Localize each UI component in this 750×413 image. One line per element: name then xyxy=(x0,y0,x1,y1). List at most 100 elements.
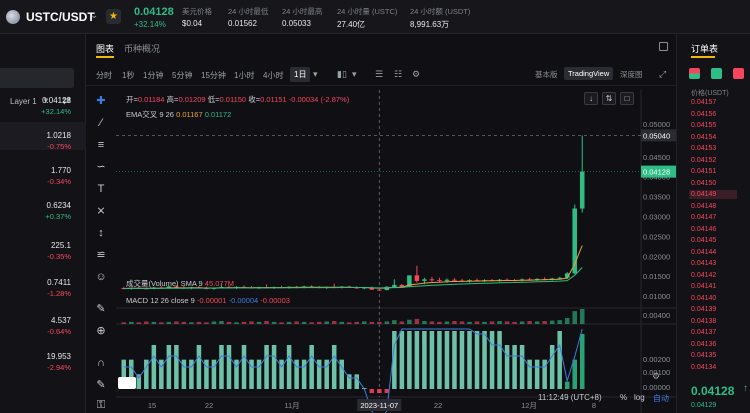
ask-price[interactable]: 0.04141 xyxy=(691,283,716,290)
ask-price[interactable]: 0.04157 xyxy=(691,99,716,106)
ask-price[interactable]: 0.04136 xyxy=(691,341,716,348)
timeframe-1m[interactable]: 1分钟 xyxy=(143,70,163,81)
horizontal-lines-icon[interactable]: ≡ xyxy=(94,138,108,152)
pencil-lock-icon[interactable]: ✎ xyxy=(94,378,108,392)
emoji-icon[interactable]: ☺ xyxy=(94,270,108,284)
ask-price[interactable]: 0.04134 xyxy=(691,364,716,371)
ask-price[interactable]: 0.04151 xyxy=(691,168,716,175)
price-header: 价格(USDT) xyxy=(691,90,729,97)
timeframe-15m[interactable]: 15分钟 xyxy=(201,70,226,81)
chevron-down-icon[interactable]: ▾ xyxy=(352,69,357,80)
magnet-icon[interactable]: ∩ xyxy=(94,356,108,370)
timeframe-5m[interactable]: 5分钟 xyxy=(172,70,192,81)
ask-price[interactable]: 0.04155 xyxy=(691,122,716,129)
candle-type-icon[interactable]: ▮▯ xyxy=(337,69,347,80)
timeframe-1d[interactable]: 1日 xyxy=(290,67,311,82)
market-row-price[interactable]: 0.7411 xyxy=(47,278,71,287)
fullscreen-icon[interactable]: ⤢ xyxy=(659,69,666,80)
ask-price[interactable]: 0.04152 xyxy=(691,157,716,164)
ask-price[interactable]: 0.04156 xyxy=(691,111,716,118)
gear-icon[interactable]: ⚙ xyxy=(412,69,420,80)
asks-only-icon[interactable] xyxy=(733,68,744,79)
indicators-icon[interactable]: ☰ xyxy=(375,69,383,80)
view-tradingview[interactable]: TradingView xyxy=(564,67,614,80)
timeframe-1h[interactable]: 1小时 xyxy=(234,70,254,81)
expand-icon[interactable]: ⇅ xyxy=(602,92,616,105)
both-sides-icon[interactable] xyxy=(689,68,700,79)
ask-price[interactable]: 0.04137 xyxy=(691,329,716,336)
market-row-price[interactable]: 0.6234 xyxy=(47,201,71,210)
ruler-lines-icon[interactable]: ≌ xyxy=(94,248,108,262)
trendline-icon[interactable]: ∕ xyxy=(94,116,108,130)
restore-icon[interactable]: □ xyxy=(620,92,634,105)
volume-bar xyxy=(362,321,367,324)
ruler-icon[interactable]: ✎ xyxy=(94,302,108,316)
selected-market-row[interactable] xyxy=(0,122,86,150)
timeframe-1s[interactable]: 1秒 xyxy=(122,70,134,81)
timeframe-fenshi[interactable]: 分时 xyxy=(96,70,112,81)
ask-price[interactable]: 0.04148 xyxy=(691,203,716,210)
volume-bar xyxy=(482,321,487,324)
market-row-price[interactable]: 19.953 xyxy=(47,352,71,361)
low-label: 低= xyxy=(207,95,220,104)
market-row-price[interactable]: 0.04128 xyxy=(42,96,71,105)
tradingview-logo xyxy=(118,377,136,389)
volume-bar xyxy=(129,321,134,324)
ask-price[interactable]: 0.04143 xyxy=(691,260,716,267)
log-scale-toggle[interactable]: log xyxy=(634,393,645,402)
percent-scale-toggle[interactable]: % xyxy=(620,393,627,402)
auto-scale-toggle[interactable]: 自动 xyxy=(653,393,669,404)
settings-gear-icon[interactable]: ⚙ xyxy=(652,371,660,382)
volume-bar xyxy=(211,321,217,324)
volume-bar xyxy=(549,320,555,324)
ask-price[interactable]: 0.04139 xyxy=(691,306,716,313)
tab-coin-overview[interactable]: 币种概况 xyxy=(124,42,160,55)
ask-price[interactable]: 0.04144 xyxy=(691,249,716,256)
bids-only-icon[interactable] xyxy=(711,68,722,79)
tab-chart[interactable]: 图表 xyxy=(96,42,114,55)
ask-price[interactable]: 0.04150 xyxy=(691,180,716,187)
brush-icon[interactable]: ∽ xyxy=(94,160,108,174)
order-book: 订单表 价格(USDT) 0.04157 0.04156 0.04155 0.0415… xyxy=(676,34,750,413)
market-row-price[interactable]: 225.1 xyxy=(51,241,71,250)
arrow-down-icon[interactable]: ↓ xyxy=(584,92,598,105)
ask-price[interactable]: 0.04154 xyxy=(691,134,716,141)
ask-price[interactable]: 0.04140 xyxy=(691,295,716,302)
ask-price[interactable]: 0.04145 xyxy=(691,237,716,244)
zoom-in-icon[interactable]: ⊕ xyxy=(94,324,108,338)
ask-price[interactable]: 0.04138 xyxy=(691,318,716,325)
pair-title[interactable]: USTC/USDT xyxy=(26,10,95,24)
market-search-input[interactable] xyxy=(0,68,74,88)
favorite-star-icon[interactable]: ★ xyxy=(106,9,121,24)
pattern-icon[interactable]: ⨯ xyxy=(94,204,108,218)
view-depth[interactable]: 深度图 xyxy=(620,69,643,80)
ask-price[interactable]: 0.04135 xyxy=(691,352,716,359)
window-icon[interactable] xyxy=(659,42,668,51)
timeframe-4h[interactable]: 4小时 xyxy=(263,70,283,81)
stat-usd-label: 美元价格 xyxy=(182,7,212,16)
ask-price[interactable]: 0.04153 xyxy=(691,145,716,152)
chevron-down-icon[interactable]: ⌄ xyxy=(90,10,98,21)
ask-price[interactable]: 0.04149 xyxy=(691,191,716,198)
ask-price[interactable]: 0.04147 xyxy=(691,214,716,221)
arrow-up-icon: ↑ xyxy=(743,383,748,394)
order-book-title[interactable]: 订单表 xyxy=(691,42,718,55)
layout-icon[interactable]: ☷ xyxy=(394,69,402,80)
price-chart[interactable]: 0.050000.045000.040000.035000.030000.025… xyxy=(116,90,676,413)
market-row-price[interactable]: 1.0218 xyxy=(47,131,71,140)
macd-params: 12 26 close 9 xyxy=(150,296,195,305)
volume-bar xyxy=(542,321,547,324)
ask-price[interactable]: 0.04142 xyxy=(691,272,716,279)
ask-price[interactable]: 0.04146 xyxy=(691,226,716,233)
market-row-price[interactable]: 1.770 xyxy=(51,166,71,175)
measure-icon[interactable]: ↕ xyxy=(94,226,108,240)
category-dropdown-label[interactable]: Layer 1 xyxy=(10,97,37,106)
market-row-price[interactable]: 4.537 xyxy=(51,316,71,325)
text-icon[interactable]: T xyxy=(94,182,108,196)
view-basic[interactable]: 基本版 xyxy=(535,69,558,80)
chevron-down-icon[interactable]: ▾ xyxy=(313,69,318,80)
candle-body xyxy=(444,279,450,281)
crosshair-icon[interactable]: ✚ xyxy=(94,94,108,108)
lock-icon[interactable]: ⚿ xyxy=(94,398,108,412)
macd-histogram-bar xyxy=(309,345,314,389)
